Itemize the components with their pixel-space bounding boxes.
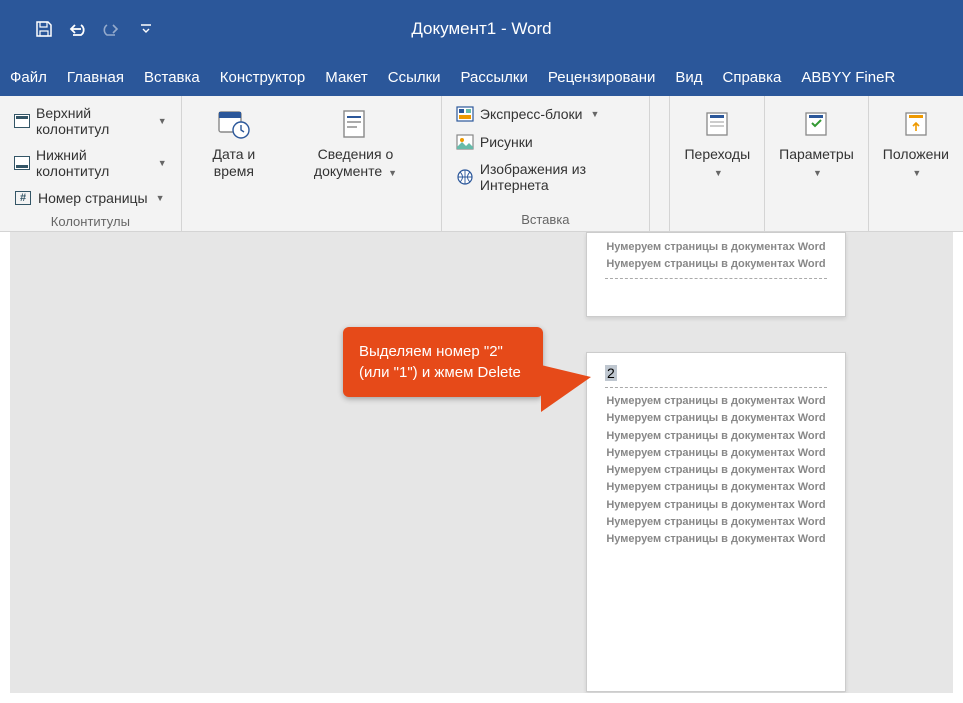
save-button[interactable] [30,15,58,43]
pictures-label: Рисунки [480,134,533,150]
page1-body: Нумеруем страницы в документах Word Нуме… [605,240,827,272]
tab-review[interactable]: Рецензировани [538,58,665,96]
quick-parts-label: Экспресс-блоки [480,106,583,122]
chevron-down-icon: ▼ [156,193,165,203]
body-line: Нумеруем страницы в документах Word [605,498,827,512]
header-button[interactable]: Верхний колонтитул ▼ [8,102,173,140]
footer-icon [14,154,30,172]
body-line: Нумеруем страницы в документах Word [605,515,827,529]
pictures-button[interactable]: Рисунки [450,130,641,154]
group-label-pos [877,212,955,227]
page-number-label: Номер страницы [38,190,148,206]
ribbon-group-insert: Экспресс-блоки ▼ Рисунки Изображения из … [442,96,650,231]
page1-footer-line [605,278,827,286]
options-button[interactable]: Параметры▼ [773,102,860,184]
ribbon-group-options: Параметры▼ [765,96,869,231]
document-info-label: Сведения о документе ▼ [284,146,427,180]
group-label-opts [773,212,860,227]
body-line: Нумеруем страницы в документах Word [605,446,827,460]
quick-access-toolbar [0,15,160,43]
tab-file[interactable]: Файл [0,58,57,96]
date-time-button[interactable]: Дата и время [190,102,278,184]
body-line: Нумеруем страницы в документах Word [605,257,827,271]
tab-view[interactable]: Вид [665,58,712,96]
titlebar: Документ1 - Word [0,0,963,58]
tab-help[interactable]: Справка [713,58,792,96]
ribbon: Верхний колонтитул ▼ Нижний колонтитул ▼… [0,96,963,232]
redo-button[interactable] [98,15,126,43]
chevron-down-icon: ▼ [158,116,167,126]
tab-references[interactable]: Ссылки [378,58,451,96]
document-info-icon [337,106,373,142]
document-info-button[interactable]: Сведения о документе ▼ [278,102,433,184]
page2-body: Нумеруем страницы в документах Word Нуме… [605,394,827,547]
quick-parts-icon [456,105,474,123]
chevron-down-icon: ▼ [591,109,600,119]
body-line: Нумеруем страницы в документах Word [605,429,827,443]
body-line: Нумеруем страницы в документах Word [605,463,827,477]
group-label-insert: Вставка [450,212,641,227]
undo-button[interactable] [64,15,92,43]
tab-mailings[interactable]: Рассылки [451,58,538,96]
page-number-field[interactable]: 2 [605,365,617,381]
document-page-1: Нумеруем страницы в документах Word Нуме… [586,232,846,317]
footer-button[interactable]: Нижний колонтитул ▼ [8,144,173,182]
callout-text: Выделяем номер "2" (или "1") и жмем Dele… [359,343,521,381]
quick-parts-button[interactable]: Экспресс-блоки ▼ [450,102,641,126]
document-page-2: 2 Нумеруем страницы в документах Word Ну… [586,352,846,692]
options-icon [798,106,834,142]
tab-design[interactable]: Конструктор [210,58,316,96]
group-label-headers: Колонтитулы [8,214,173,229]
chevron-down-icon: ▼ [158,158,167,168]
options-label: Параметры▼ [779,146,854,180]
body-line: Нумеруем страницы в документах Word [605,240,827,254]
page-number-icon: # [14,189,32,207]
ribbon-group-navigation: Переходы▼ [670,96,765,231]
globe-picture-icon [456,168,474,186]
callout-arrow [541,365,591,412]
page-number-button[interactable]: # Номер страницы ▼ [8,186,173,210]
online-pictures-label: Изображения из Интернета [480,161,635,193]
group-label-empty [190,212,433,227]
body-line: Нумеруем страницы в документах Word [605,480,827,494]
position-icon [898,106,934,142]
position-button[interactable]: Положени▼ [877,102,955,184]
window-title: Документ1 - Word [411,19,551,39]
navigation-button[interactable]: Переходы▼ [678,102,756,184]
online-pictures-button[interactable]: Изображения из Интернета [450,158,641,196]
date-time-label: Дата и время [196,146,272,180]
qat-customize-button[interactable] [132,15,160,43]
ribbon-tabs: Файл Главная Вставка Конструктор Макет С… [0,58,963,96]
navigation-icon [699,106,735,142]
annotation-callout: Выделяем номер "2" (или "1") и жмем Dele… [343,327,543,397]
header-label: Верхний колонтитул [36,105,150,137]
ribbon-group-position: Положени▼ [869,96,963,231]
document-workspace[interactable]: Нумеруем страницы в документах Word Нуме… [10,232,953,693]
group-label-nav [678,212,756,227]
position-label: Положени▼ [883,146,949,180]
footer-label: Нижний колонтитул [36,147,150,179]
body-line: Нумеруем страницы в документах Word [605,411,827,425]
body-line: Нумеруем страницы в документах Word [605,394,827,408]
tab-layout[interactable]: Макет [315,58,377,96]
body-line: Нумеруем страницы в документах Word [605,532,827,546]
header-icon [14,112,30,130]
ribbon-spacer [650,96,671,231]
ribbon-group-datetime: Дата и время Сведения о документе ▼ [182,96,442,231]
page2-header[interactable]: 2 [605,365,827,388]
tab-home[interactable]: Главная [57,58,134,96]
tab-insert[interactable]: Вставка [134,58,210,96]
picture-icon [456,133,474,151]
navigation-label: Переходы▼ [684,146,750,180]
ribbon-group-headers-footers: Верхний колонтитул ▼ Нижний колонтитул ▼… [0,96,182,231]
tab-abbyy[interactable]: ABBYY FineR [791,58,905,96]
calendar-clock-icon [216,106,252,142]
